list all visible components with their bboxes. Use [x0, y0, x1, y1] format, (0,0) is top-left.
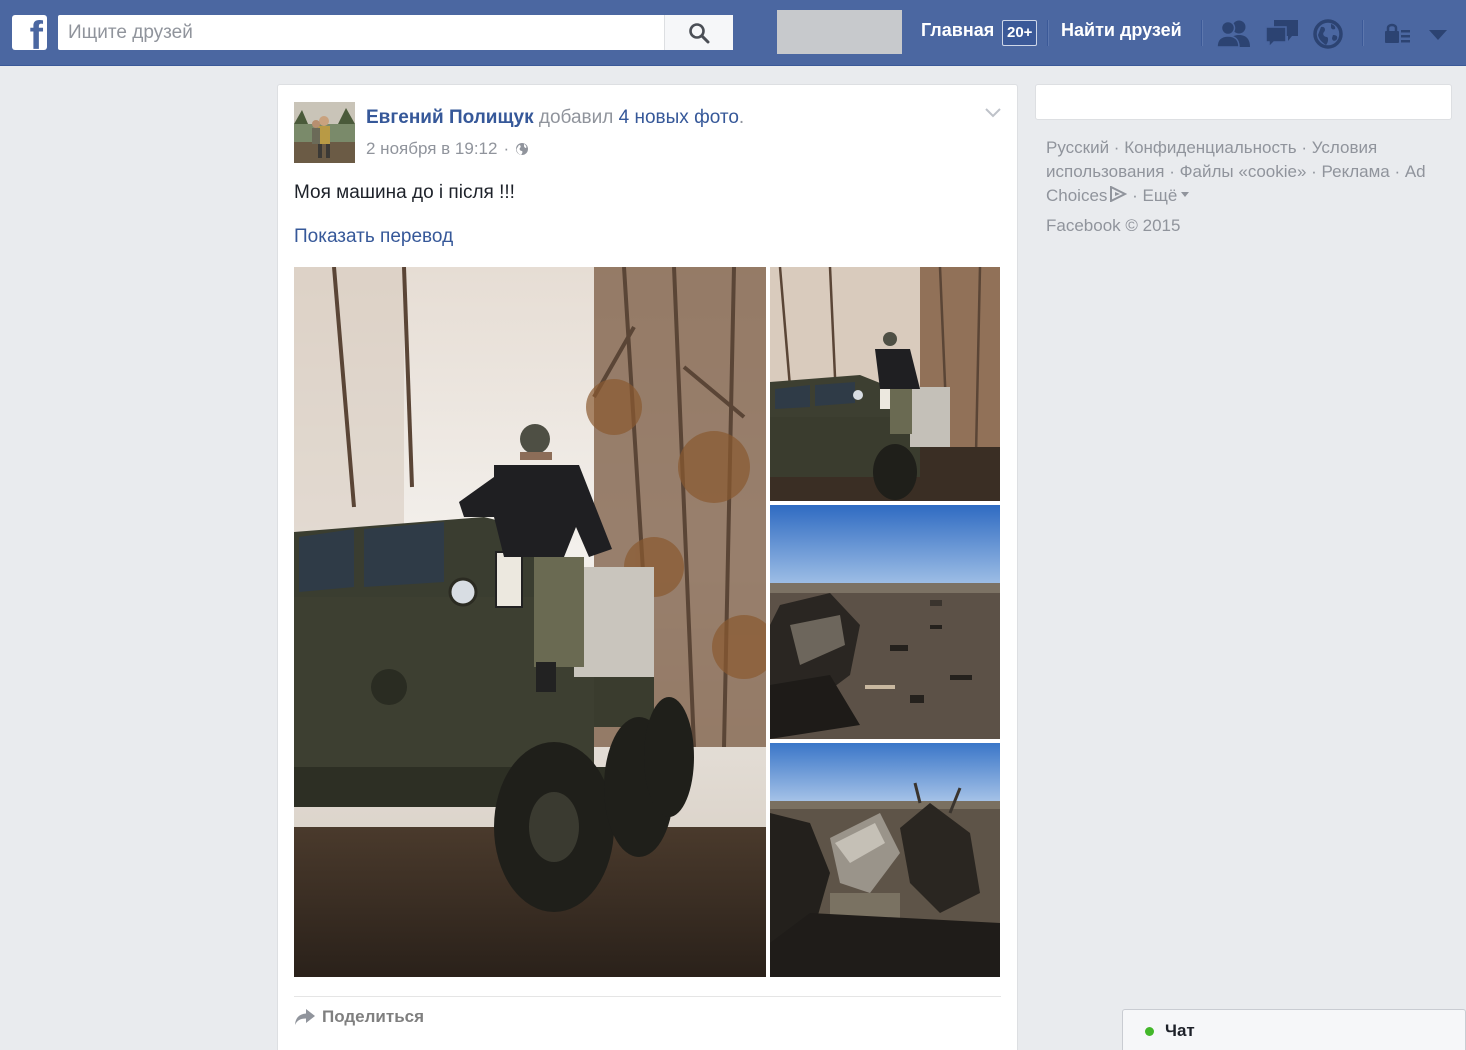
footer-separator: · — [1164, 162, 1180, 181]
ad-choices-icon — [1110, 185, 1128, 203]
post-text: Моя машина до і після !!! — [294, 182, 515, 203]
profile-avatar-placeholder[interactable] — [777, 10, 902, 54]
photo-truck-before-2 — [770, 267, 1000, 501]
top-navigation-bar: f Главная 20+ Найти друзей — [0, 0, 1466, 66]
chat-bar[interactable]: Чат — [1122, 1009, 1466, 1050]
search-input[interactable] — [58, 15, 664, 50]
footer-link-more-label: Ещё — [1142, 186, 1178, 205]
chat-label: Чат — [1165, 1021, 1195, 1040]
messages-button[interactable] — [1264, 18, 1300, 53]
nav-divider — [1201, 20, 1202, 46]
globe-icon — [516, 143, 529, 155]
right-column-box — [1035, 84, 1452, 120]
messages-icon — [1265, 20, 1298, 49]
friend-requests-button[interactable] — [1216, 18, 1252, 53]
footer-separator: · — [1389, 162, 1405, 181]
photo-wreckage-1 — [770, 505, 1000, 739]
photo-truck-before — [294, 267, 766, 977]
post-options-button[interactable] — [985, 105, 1001, 123]
share-button[interactable]: Поделиться — [294, 1007, 424, 1027]
author-avatar[interactable] — [294, 102, 355, 163]
footer-links: Русский · Конфиденциальность · Условия и… — [1046, 136, 1446, 208]
photo-2[interactable] — [770, 267, 1000, 501]
post-header: Евгений Полищук добавил 4 новых фото. — [366, 107, 744, 129]
author-action-end: . — [738, 107, 745, 128]
photo-3[interactable] — [770, 505, 1000, 739]
account-dropdown-icon — [1429, 30, 1447, 40]
author-action-text: добавил — [538, 107, 614, 128]
footer-link-privacy[interactable]: Конфиденциальность — [1124, 138, 1296, 157]
footer-link-ads[interactable]: Реклама — [1322, 162, 1390, 181]
meta-separator: · — [503, 139, 510, 158]
footer-separator: · — [1127, 186, 1143, 205]
share-arrow-icon — [295, 1009, 315, 1025]
account-menu-button[interactable] — [1428, 28, 1448, 46]
facebook-logo[interactable]: f — [12, 15, 47, 50]
online-status-icon — [1145, 1027, 1154, 1036]
footer-link-language[interactable]: Русский — [1046, 138, 1109, 157]
notifications-button[interactable] — [1312, 18, 1344, 55]
search-icon — [689, 22, 710, 43]
caret-down-icon — [1181, 192, 1190, 197]
search-button[interactable] — [664, 15, 733, 50]
copyright-text: Facebook © 2015 — [1046, 216, 1181, 235]
footer-link-more[interactable]: Ещё — [1143, 186, 1191, 205]
post-meta: 2 ноября в 19:12 · — [366, 139, 529, 159]
new-photos-link[interactable]: 4 новых фото — [619, 107, 739, 128]
post-actions-divider — [294, 996, 1001, 997]
notifications-globe-icon — [1313, 19, 1343, 49]
post-card: Евгений Полищук добавил 4 новых фото. 2 … — [277, 84, 1018, 1050]
chevron-down-icon — [985, 108, 1001, 118]
footer-separator: · — [1296, 138, 1312, 157]
nav-divider — [1047, 20, 1048, 46]
footer-separator: · — [1109, 138, 1125, 157]
friend-requests-icon — [1216, 20, 1250, 48]
show-translation-link[interactable]: Показать перевод — [294, 226, 453, 248]
search-box — [58, 15, 733, 50]
home-notification-badge: 20+ — [1002, 20, 1038, 46]
privacy-lock-icon — [1385, 23, 1410, 43]
nav-divider — [1362, 20, 1363, 46]
home-link[interactable]: Главная — [921, 20, 994, 41]
share-label: Поделиться — [322, 1007, 425, 1026]
footer-separator: · — [1306, 162, 1322, 181]
author-avatar-image — [294, 102, 355, 163]
post-timestamp-link[interactable]: 2 ноября в 19:12 — [366, 139, 497, 159]
photo-4[interactable] — [770, 743, 1000, 977]
facebook-logo-letter: f — [29, 15, 43, 50]
photo-wreckage-2 — [770, 743, 1000, 977]
find-friends-link[interactable]: Найти друзей — [1061, 20, 1182, 41]
privacy-shortcuts-button[interactable] — [1382, 22, 1412, 51]
author-name-link[interactable]: Евгений Полищук — [366, 107, 534, 128]
footer-link-cookies[interactable]: Файлы «cookie» — [1180, 162, 1307, 181]
photo-1[interactable] — [294, 267, 766, 977]
